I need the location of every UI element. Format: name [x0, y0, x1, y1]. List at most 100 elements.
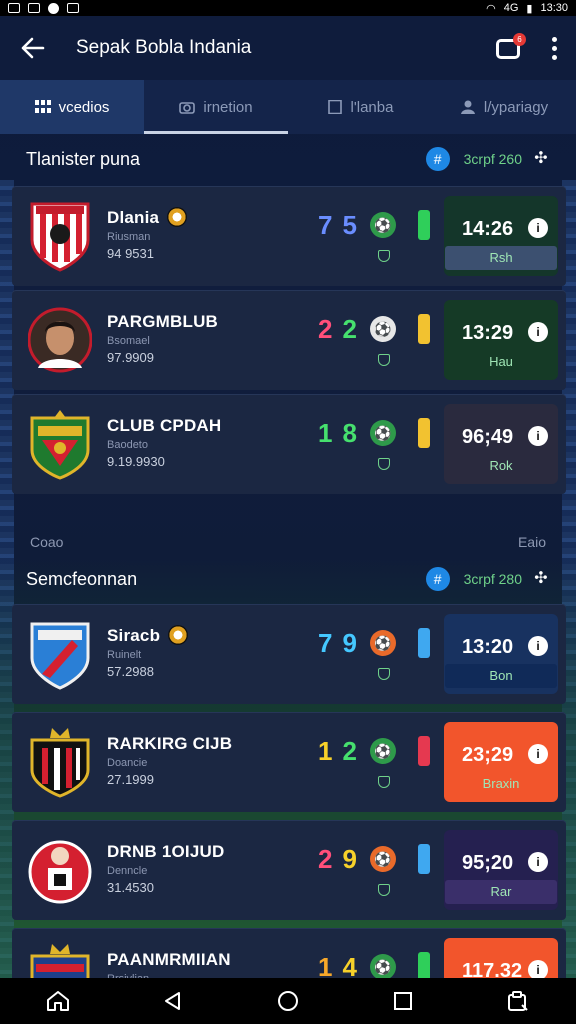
- kickoff-box[interactable]: 13:20 i Bon: [444, 614, 558, 694]
- status-bar: ◠ 4G ▮ 13:30: [0, 0, 576, 16]
- match-score: 22: [318, 314, 367, 345]
- team-subtitle: Ruinelt: [107, 649, 142, 661]
- clipboard-icon[interactable]: [504, 987, 532, 1015]
- team-subtitle: Doancie: [107, 757, 148, 769]
- match-card[interactable]: CLUB CPDAH Baodeto 9.19.9930 18 ⚽ 96;49 i Rok: [12, 394, 566, 494]
- home-score: 2: [318, 314, 343, 344]
- kickoff-time: 13:29: [462, 322, 514, 344]
- tab-ypariagy[interactable]: l/ypariagy: [432, 80, 576, 134]
- camera-icon: [179, 102, 196, 114]
- ball-chip-icon[interactable]: ⚽: [370, 316, 396, 342]
- ball-chip-icon[interactable]: ⚽: [370, 630, 396, 656]
- team-stat: 97.9909: [107, 350, 154, 365]
- overflow-menu-icon[interactable]: [550, 36, 558, 60]
- match-status-badge: Rsh: [445, 246, 557, 270]
- match-score: 79: [318, 628, 367, 659]
- info-icon[interactable]: i: [528, 852, 548, 872]
- shield-icon: [378, 668, 390, 680]
- kickoff-time: 14:26: [462, 218, 514, 240]
- away-score: 5: [342, 210, 367, 240]
- shield-icon: [378, 776, 390, 788]
- team-name: CLUB CPDAH: [107, 416, 222, 435]
- shield-icon: [378, 884, 390, 896]
- form-bar: [418, 210, 430, 240]
- home-icon[interactable]: [44, 987, 72, 1015]
- system-nav-bar: [0, 978, 576, 1024]
- tab-videos[interactable]: vcedios: [0, 80, 144, 134]
- recents-icon[interactable]: [389, 987, 417, 1015]
- team-crest-icon: [28, 408, 92, 480]
- info-icon[interactable]: i: [528, 744, 548, 764]
- team-stat: 27.1999: [107, 772, 154, 787]
- shield-icon: [378, 458, 390, 470]
- match-status-badge: Hau: [445, 350, 557, 374]
- ball-chip-icon[interactable]: ⚽: [370, 846, 396, 872]
- settings-icon[interactable]: ✣: [532, 150, 550, 168]
- match-status-badge: Braxin: [445, 772, 557, 796]
- info-icon[interactable]: i: [528, 636, 548, 656]
- match-card[interactable]: DRNB 1OIJUD Denncle 31.4530 29 ⚽ 95;20 i Rar: [12, 820, 566, 920]
- team-subtitle: Riusman: [107, 231, 151, 243]
- ball-chip-icon[interactable]: ⚽: [370, 954, 396, 980]
- kickoff-box[interactable]: 14:26 i Rsh: [444, 196, 558, 276]
- match-status-badge: Rar: [445, 880, 557, 904]
- kickoff-box[interactable]: 13:29 i Hau: [444, 300, 558, 380]
- info-icon[interactable]: i: [528, 322, 548, 342]
- ball-chip-icon[interactable]: ⚽: [370, 420, 396, 446]
- notifications-button[interactable]: 6: [494, 33, 526, 63]
- match-score: 18: [318, 418, 367, 449]
- home-score: 1: [318, 418, 343, 448]
- kickoff-box[interactable]: 95;20 i Rar: [444, 830, 558, 910]
- team-crest-icon: [27, 304, 93, 376]
- away-score: 9: [342, 628, 367, 658]
- team-stat: 94 9531: [107, 246, 154, 261]
- team-crest-icon: [28, 200, 92, 272]
- info-icon[interactable]: i: [528, 218, 548, 238]
- home-circle-icon[interactable]: [274, 987, 302, 1015]
- square-icon: [327, 100, 342, 114]
- home-score: 2: [318, 844, 343, 874]
- kickoff-box[interactable]: 96;49 i Rok: [444, 404, 558, 484]
- ball-chip-icon[interactable]: ⚽: [370, 212, 396, 238]
- hashtag-icon[interactable]: #: [425, 567, 450, 591]
- settings-icon[interactable]: ✣: [532, 570, 550, 588]
- home-score: 7: [318, 628, 343, 658]
- kickoff-time: 95;20: [462, 852, 514, 874]
- match-card[interactable]: PARGMBLUB Bsomael 97.9909 22 ⚽ 13:29 i Hau: [12, 290, 566, 390]
- form-bar: [418, 418, 430, 448]
- team-crest-icon: [28, 726, 92, 798]
- form-bar: [418, 736, 430, 766]
- away-score: 8: [342, 418, 367, 448]
- back-triangle-icon[interactable]: [159, 987, 187, 1015]
- match-card[interactable]: Dlania Riusman 94 9531 75 ⚽ 14:26 i Rsh: [12, 186, 566, 286]
- team-crest-icon: [28, 618, 92, 690]
- back-arrow-icon[interactable]: [18, 33, 48, 63]
- section-title: Semcfeonnan: [26, 568, 138, 589]
- match-status-badge: Bon: [445, 664, 557, 688]
- tab-label: vcedios: [58, 98, 110, 116]
- match-score: 29: [318, 844, 367, 875]
- team-stat: 31.4530: [107, 880, 154, 895]
- football-icon: [168, 624, 189, 645]
- tab-lanba[interactable]: l'lanba: [288, 80, 432, 134]
- info-icon[interactable]: i: [528, 960, 548, 980]
- notification-badge: 6: [513, 33, 526, 46]
- section-meta: 3crpf 260: [463, 151, 522, 167]
- form-bar: [418, 628, 430, 658]
- tab-irnetion[interactable]: irnetion: [144, 80, 288, 134]
- kickoff-box[interactable]: 23;29 i Braxin: [444, 722, 558, 802]
- match-card[interactable]: RARKIRG CIJB Doancie 27.1999 12 ⚽ 23;29 i Braxi…: [12, 712, 566, 812]
- form-bar: [418, 314, 430, 344]
- team-stat: 57.2988: [107, 664, 154, 679]
- match-score: 12: [318, 736, 367, 767]
- section-title: Tlanister puna: [26, 148, 141, 169]
- info-icon[interactable]: i: [528, 426, 548, 446]
- match-card[interactable]: Siracb Ruinelt 57.2988 79 ⚽ 13:20 i Bon: [12, 604, 566, 704]
- team-name: Siracb: [107, 624, 189, 647]
- hashtag-icon[interactable]: #: [425, 147, 450, 171]
- kickoff-time: 13:20: [462, 636, 514, 658]
- section-header: Semcfeonnan # 3crpf 280 ✣: [0, 554, 576, 604]
- football-icon: [167, 206, 188, 227]
- away-score: 2: [342, 736, 367, 766]
- ball-chip-icon[interactable]: ⚽: [370, 738, 396, 764]
